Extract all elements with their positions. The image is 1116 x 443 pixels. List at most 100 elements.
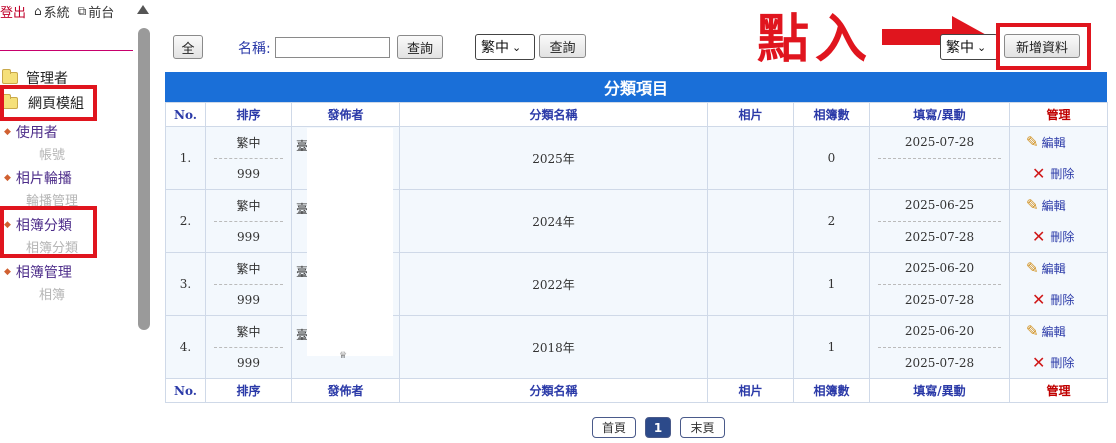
pencil-icon: ✎ xyxy=(1026,322,1039,341)
row-created: 2025-07-28 xyxy=(878,127,1001,159)
sidebar-item-carousel[interactable]: ◆ 相片輪播 xyxy=(4,168,72,188)
logout-link[interactable]: 登出 xyxy=(0,2,26,21)
footer-manage: 管理 xyxy=(1009,378,1108,403)
search-button-2[interactable]: 查詢 xyxy=(539,34,586,58)
pagination-current[interactable]: 1 xyxy=(645,417,671,438)
arrow-icon: ◆ xyxy=(4,173,11,183)
header-manage: 管理 xyxy=(1009,102,1108,127)
delete-label: 刪除 xyxy=(1050,229,1075,244)
sidebar-item-label: 相片輪播 xyxy=(15,171,72,187)
row-manage-cell: ✎ 編輯 ✕ 刪除 xyxy=(1009,315,1108,379)
sidebar-item-users[interactable]: ◆ 使用者 xyxy=(4,122,58,142)
search-button[interactable]: 查詢 xyxy=(397,35,443,59)
row-modified: 2025-07-28 xyxy=(904,292,975,307)
footer-publisher: 發佈者 xyxy=(291,378,400,403)
delete-button[interactable]: ✕ 刪除 xyxy=(1026,290,1074,309)
collapse-up-icon[interactable] xyxy=(137,5,149,14)
row-created: 2025-06-20 xyxy=(878,253,1001,285)
home-icon: ⌂ xyxy=(34,4,42,18)
footer-photo: 相片 xyxy=(707,378,794,403)
row-category[interactable]: 2025年 xyxy=(399,126,708,190)
language-select-value: 繁中 xyxy=(481,40,509,56)
sidebar-subitem-album[interactable]: 相簿 xyxy=(39,284,65,303)
row-lang: 繁中 xyxy=(214,253,283,285)
row-category[interactable]: 2022年 xyxy=(399,252,708,316)
row-date-cell: 2025-06-25 2025-07-28 xyxy=(869,189,1010,253)
frontend-label: 前台 xyxy=(88,5,115,21)
row-no: 3. xyxy=(165,252,206,316)
row-album-count: 1 xyxy=(793,315,870,379)
delete-button[interactable]: ✕ 刪除 xyxy=(1026,353,1074,372)
sidebar-item-label: 使用者 xyxy=(15,125,58,141)
pencil-icon: ✎ xyxy=(1026,196,1039,215)
row-album-count: 1 xyxy=(793,252,870,316)
header-date: 填寫/異動 xyxy=(869,102,1010,127)
pagination-last[interactable]: 末頁 xyxy=(680,417,725,438)
delete-x-icon: ✕ xyxy=(1032,289,1046,309)
row-order: 999 xyxy=(237,292,260,307)
frontend-link[interactable]: ⧉ 前台 xyxy=(78,2,115,21)
arrow-icon: ◆ xyxy=(4,127,11,137)
sidebar-item-album-manage[interactable]: ◆ 相簿管理 xyxy=(4,262,72,282)
row-no: 4. xyxy=(165,315,206,379)
row-order-cell: 繁中 999 xyxy=(205,252,292,316)
annotation-text: 點入 xyxy=(757,10,874,70)
edit-label: 編輯 xyxy=(1041,198,1066,213)
row-lang: 繁中 xyxy=(214,127,283,159)
row-order: 999 xyxy=(237,355,260,370)
name-search-input[interactable] xyxy=(275,37,390,58)
header-photo: 相片 xyxy=(707,102,794,127)
edit-button[interactable]: ✎ 編輯 xyxy=(1026,133,1066,151)
edit-label: 編輯 xyxy=(1041,135,1066,150)
all-button[interactable]: 全 xyxy=(173,35,203,59)
delete-label: 刪除 xyxy=(1050,355,1075,370)
row-date-cell: 2025-07-28 xyxy=(869,126,1010,190)
edit-button[interactable]: ✎ 編輯 xyxy=(1026,322,1066,340)
sidebar-scrollbar[interactable] xyxy=(138,28,150,330)
row-order-cell: 繁中 999 xyxy=(205,126,292,190)
row-category[interactable]: 2024年 xyxy=(399,189,708,253)
redaction-block xyxy=(307,128,393,356)
delete-button[interactable]: ✕ 刪除 xyxy=(1026,164,1074,183)
footer-order: 排序 xyxy=(205,378,292,403)
row-manage-cell: ✎ 編輯 ✕ 刪除 xyxy=(1009,252,1108,316)
header-category: 分類名稱 xyxy=(399,102,708,127)
highlight-box-album-category xyxy=(0,206,97,258)
pencil-icon: ✎ xyxy=(1026,133,1039,152)
row-order-cell: 繁中 999 xyxy=(205,189,292,253)
sidebar-divider xyxy=(0,50,133,51)
crown-icon: ♕ xyxy=(339,351,348,361)
row-photo xyxy=(707,126,794,190)
external-link-icon: ⧉ xyxy=(77,3,87,18)
row-photo xyxy=(707,252,794,316)
edit-label: 編輯 xyxy=(1041,324,1066,339)
row-category[interactable]: 2018年 xyxy=(399,315,708,379)
highlight-box-web-module xyxy=(0,85,97,121)
row-no: 2. xyxy=(165,189,206,253)
row-photo xyxy=(707,315,794,379)
table-footer-row: No. 排序 發佈者 分類名稱 相片 相簿數 填寫/異動 管理 xyxy=(165,378,1108,403)
pagination-first[interactable]: 首頁 xyxy=(592,417,636,438)
footer-category: 分類名稱 xyxy=(399,378,708,403)
delete-button[interactable]: ✕ 刪除 xyxy=(1026,227,1074,246)
row-order: 999 xyxy=(237,229,260,244)
language-select-2[interactable]: 繁中 ⌄ xyxy=(940,34,998,60)
row-modified xyxy=(870,159,1009,190)
header-order: 排序 xyxy=(205,102,292,127)
sidebar-subitem-account[interactable]: 帳號 xyxy=(39,144,65,163)
delete-label: 刪除 xyxy=(1050,166,1075,181)
language-select[interactable]: 繁中 ⌄ xyxy=(475,34,535,60)
language-select-2-value: 繁中 xyxy=(946,40,974,56)
system-link[interactable]: ⌂ 系統 xyxy=(34,2,70,21)
row-album-count: 2 xyxy=(793,189,870,253)
edit-button[interactable]: ✎ 編輯 xyxy=(1026,196,1066,214)
table-title: 分類項目 xyxy=(165,72,1107,102)
edit-label: 編輯 xyxy=(1041,261,1066,276)
sidebar-top-links: 登出 ⌂ 系統 ⧉ 前台 xyxy=(0,2,115,21)
delete-x-icon: ✕ xyxy=(1032,163,1046,183)
edit-button[interactable]: ✎ 編輯 xyxy=(1026,259,1066,277)
row-modified: 2025-07-28 xyxy=(904,355,975,370)
row-order-cell: 繁中 999 xyxy=(205,315,292,379)
row-date-cell: 2025-06-20 2025-07-28 xyxy=(869,252,1010,316)
row-created: 2025-06-20 xyxy=(878,316,1001,348)
